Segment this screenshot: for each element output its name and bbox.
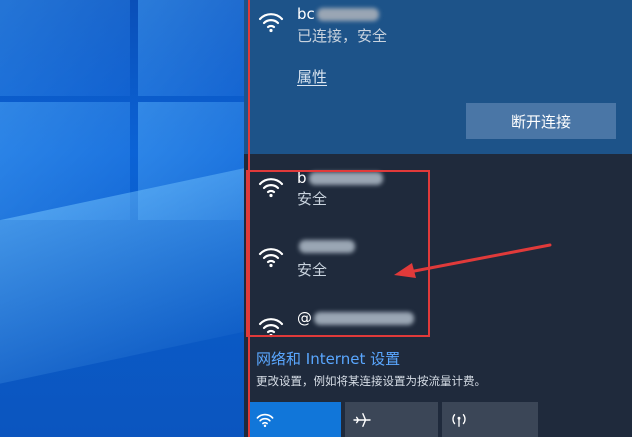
redacted-text [316,8,379,21]
connected-network-item[interactable]: bc 已连接，安全 [244,0,632,62]
wifi-toggle-tile[interactable] [248,402,341,437]
annotation-arrow [394,243,552,278]
wifi-icon [258,13,284,33]
wifi-icon [256,413,274,428]
disconnect-button[interactable]: 断开连接 [466,103,616,139]
mobile-hotspot-tile[interactable] [442,402,538,437]
wallpaper-pane [0,0,130,96]
airplane-mode-tile[interactable] [345,402,438,437]
connected-network-panel[interactable]: bc 已连接，安全 属性 断开连接 [244,0,632,154]
desktop-wallpaper [0,0,244,437]
network-status: 已连接，安全 [297,27,388,45]
network-settings-description: 更改设置，例如将某连接设置为按流量计费。 [256,374,486,388]
network-settings-link[interactable]: 网络和 Internet 设置 [256,348,400,369]
hotspot-icon [452,414,466,427]
wallpaper-pane [138,0,244,96]
airplane-icon [353,413,371,427]
network-ssid: bc [297,5,379,23]
properties-link[interactable]: 属性 [297,66,327,87]
